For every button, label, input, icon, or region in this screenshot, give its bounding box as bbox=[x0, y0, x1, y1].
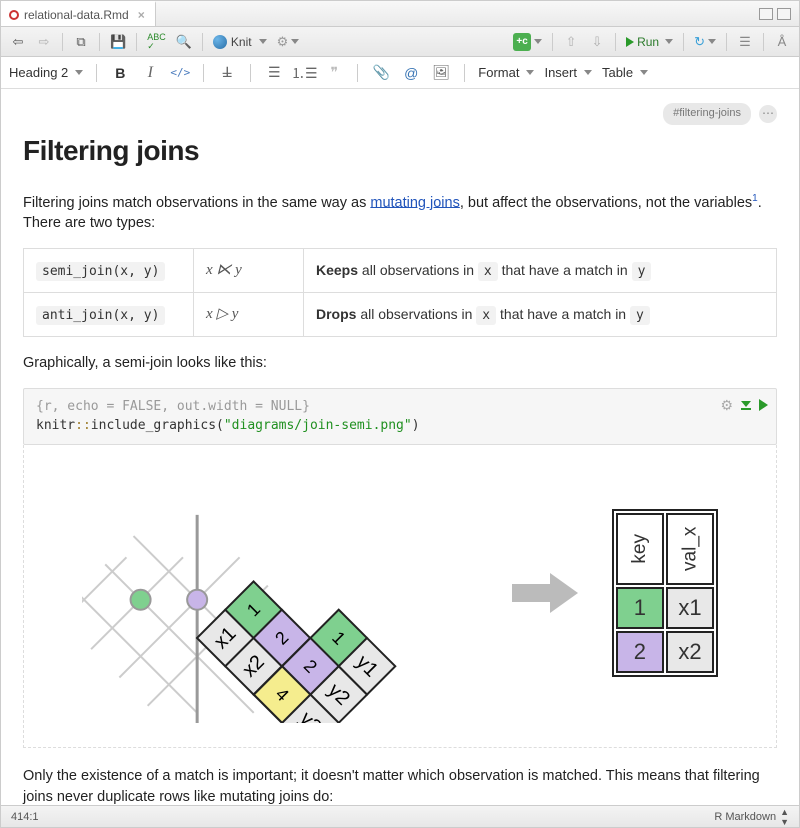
code-cell: semi_join(x, y) bbox=[36, 262, 165, 281]
italic-button[interactable]: I bbox=[140, 63, 160, 83]
citation-button[interactable]: @ bbox=[401, 63, 421, 83]
minimize-pane-icon[interactable] bbox=[759, 8, 773, 20]
numbered-list-button[interactable]: ⒈☰ bbox=[294, 63, 314, 83]
block-format-select[interactable]: Heading 2 bbox=[9, 65, 83, 80]
chunk-options-button[interactable]: ⚙ bbox=[720, 395, 733, 415]
blockquote-button[interactable]: ❞ bbox=[324, 63, 344, 83]
back-button[interactable]: ⇦ bbox=[7, 31, 29, 53]
chunk-code[interactable]: {r, echo = FALSE, out.width = NULL} knit… bbox=[24, 389, 776, 444]
forward-button[interactable]: ⇨ bbox=[33, 31, 55, 53]
chevron-down-icon bbox=[534, 39, 542, 44]
chunk-output: x1 x2 x3 1 2 3 1 2 4 y1 y2 y3 keyval_x 1… bbox=[23, 445, 777, 748]
insert-chunk-icon: +c bbox=[513, 33, 531, 51]
paragraph[interactable]: Graphically, a semi-join looks like this… bbox=[23, 353, 777, 374]
visual-format-toolbar: Heading 2 B I </> ꓕ̶ ☰ ⒈☰ ❞ 📎 @ 🖼 Format… bbox=[1, 57, 799, 89]
separator bbox=[615, 33, 616, 51]
separator bbox=[136, 33, 137, 51]
save-button[interactable]: 💾 bbox=[107, 31, 129, 53]
clear-format-button[interactable]: ꓕ̶ bbox=[217, 63, 237, 83]
publish-button[interactable]: ↻ bbox=[691, 31, 719, 53]
go-prev-chunk-button[interactable]: ⇧ bbox=[560, 31, 582, 53]
arrow-icon bbox=[512, 573, 582, 613]
separator bbox=[203, 64, 204, 82]
source-toolbar: ⇦ ⇨ ⧉ 💾 ABC✓ 🔍 Knit ⚙ +c ⇧ ⇩ Run ↻ ☰ Å bbox=[1, 27, 799, 57]
block-format-label: Heading 2 bbox=[9, 65, 68, 80]
link-button[interactable]: 📎 bbox=[371, 63, 391, 83]
separator bbox=[99, 33, 100, 51]
bold-button[interactable]: B bbox=[110, 63, 130, 83]
tab-bar: relational-data.Rmd × bbox=[1, 1, 799, 27]
separator bbox=[464, 64, 465, 82]
separator bbox=[357, 64, 358, 82]
table-row: semi_join(x, y) x ⋉ y Keeps all observat… bbox=[24, 249, 777, 293]
run-chunk-button[interactable] bbox=[759, 399, 768, 411]
chevron-down-icon bbox=[640, 70, 648, 75]
separator bbox=[552, 33, 553, 51]
joins-table: semi_join(x, y) x ⋉ y Keeps all observat… bbox=[23, 248, 777, 337]
heading-options-button[interactable]: ⋯ bbox=[759, 105, 777, 123]
chevron-down-icon bbox=[75, 70, 83, 75]
mutating-joins-link[interactable]: mutating joins bbox=[370, 194, 459, 210]
heading-tag-row: #filtering-joins ⋯ bbox=[23, 103, 777, 125]
code-cell: anti_join(x, y) bbox=[36, 306, 165, 325]
chevron-down-icon bbox=[665, 39, 673, 44]
code-button[interactable]: </> bbox=[170, 63, 190, 83]
separator bbox=[250, 64, 251, 82]
switch-source-button[interactable]: Å bbox=[771, 31, 793, 53]
play-icon bbox=[626, 37, 634, 47]
image-button[interactable]: 🖼 bbox=[431, 63, 451, 83]
knit-icon bbox=[213, 35, 227, 49]
status-bar: 414:1 R Markdown ▲▼ bbox=[1, 805, 799, 827]
chevron-down-icon bbox=[259, 39, 267, 44]
code-chunk[interactable]: ⚙ {r, echo = FALSE, out.width = NULL} kn… bbox=[23, 388, 777, 445]
editor-pane[interactable]: #filtering-joins ⋯ Filtering joins Filte… bbox=[1, 89, 799, 805]
table-menu[interactable]: Table bbox=[602, 65, 648, 80]
outline-button[interactable]: ☰ bbox=[734, 31, 756, 53]
cursor-position[interactable]: 414:1 bbox=[11, 811, 39, 823]
insert-chunk-button[interactable]: +c bbox=[510, 31, 545, 53]
heading-2[interactable]: Filtering joins bbox=[23, 131, 777, 172]
chevron-down-icon bbox=[291, 39, 299, 44]
spellcheck-button[interactable]: ABC✓ bbox=[144, 31, 169, 53]
insert-menu[interactable]: Insert bbox=[544, 65, 592, 80]
separator bbox=[62, 33, 63, 51]
heading-anchor-pill[interactable]: #filtering-joins bbox=[663, 103, 751, 125]
separator bbox=[96, 64, 97, 82]
result-table: keyval_x 1x1 2x2 bbox=[612, 509, 718, 677]
rmd-icon bbox=[9, 10, 19, 20]
bullet-list-button[interactable]: ☰ bbox=[264, 63, 284, 83]
math-cell: x ⋉ y bbox=[206, 262, 242, 278]
go-next-chunk-button[interactable]: ⇩ bbox=[586, 31, 608, 53]
maximize-pane-icon[interactable] bbox=[777, 8, 791, 20]
chevron-down-icon bbox=[584, 70, 592, 75]
knit-button[interactable]: Knit bbox=[210, 31, 270, 53]
run-button[interactable]: Run bbox=[623, 31, 676, 53]
separator bbox=[202, 33, 203, 51]
separator bbox=[726, 33, 727, 51]
knit-label: Knit bbox=[231, 35, 252, 49]
table-row: anti_join(x, y) x ▷ y Drops all observat… bbox=[24, 293, 777, 337]
tab-filename: relational-data.Rmd bbox=[24, 8, 129, 22]
chevron-down-icon bbox=[708, 39, 716, 44]
find-replace-button[interactable]: 🔍 bbox=[173, 31, 195, 53]
separator bbox=[683, 33, 684, 51]
paragraph[interactable]: Filtering joins match observations in th… bbox=[23, 192, 777, 235]
separator bbox=[763, 33, 764, 51]
paragraph[interactable]: Only the existence of a match is importa… bbox=[23, 766, 777, 805]
window-controls bbox=[759, 1, 799, 26]
chevron-down-icon bbox=[526, 70, 534, 75]
join-semi-diagram: x1 x2 x3 1 2 3 1 2 4 y1 y2 y3 bbox=[82, 463, 482, 723]
doc-settings-button[interactable]: ⚙ bbox=[274, 31, 303, 53]
run-label: Run bbox=[637, 35, 659, 49]
show-in-new-window-button[interactable]: ⧉ bbox=[70, 31, 92, 53]
close-tab-icon[interactable]: × bbox=[138, 8, 145, 22]
file-type-select[interactable]: R Markdown ▲▼ bbox=[714, 807, 789, 827]
format-menu[interactable]: Format bbox=[478, 65, 534, 80]
file-tab[interactable]: relational-data.Rmd × bbox=[1, 1, 156, 26]
math-cell: x ▷ y bbox=[206, 306, 238, 322]
run-above-button[interactable] bbox=[741, 401, 751, 410]
chunk-toolbar: ⚙ bbox=[720, 395, 768, 415]
